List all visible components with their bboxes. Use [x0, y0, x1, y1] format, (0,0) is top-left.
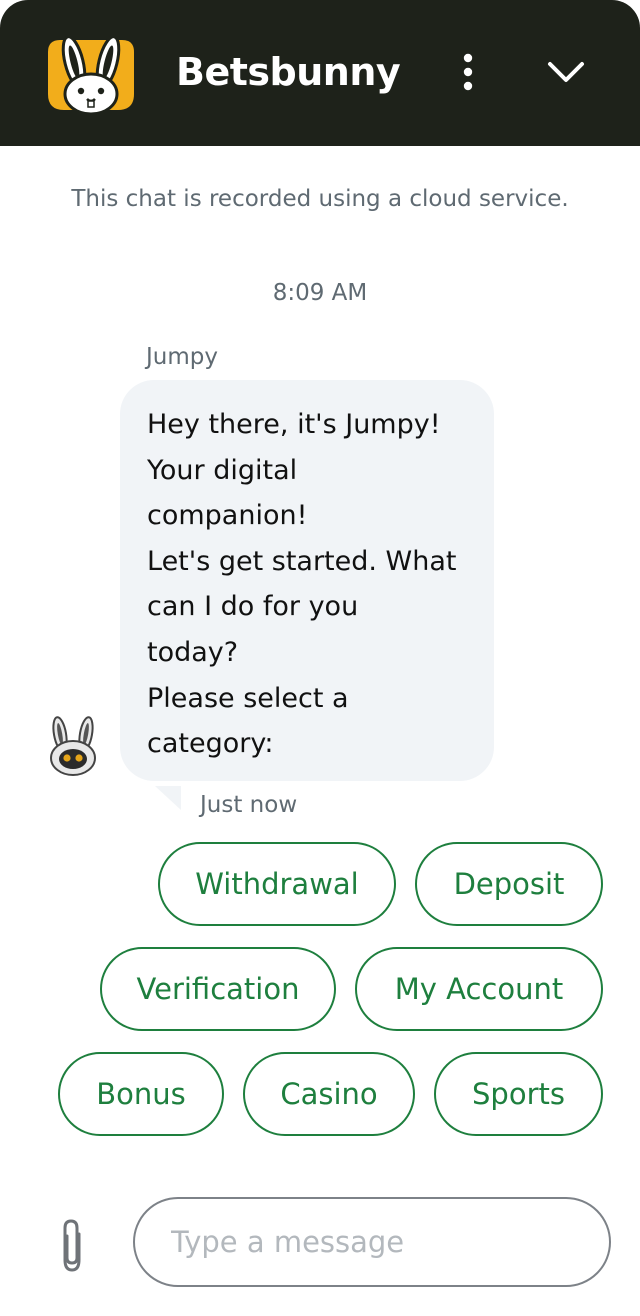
- quick-reply-bonus[interactable]: Bonus: [58, 1052, 224, 1136]
- conversation-timestamp: 8:09 AM: [272, 280, 368, 306]
- options-menu-button[interactable]: [448, 50, 488, 94]
- message-line: can I do for you: [147, 591, 359, 623]
- quick-reply-my-account[interactable]: My Account: [355, 947, 603, 1031]
- quick-reply-sports[interactable]: Sports: [434, 1052, 603, 1136]
- brand-name: Betsbunny: [176, 50, 401, 94]
- bot-message-bubble: Hey there, it's Jumpy! Your digital comp…: [120, 380, 494, 781]
- message-line: category:: [147, 728, 274, 760]
- paperclip-icon: [63, 1219, 81, 1272]
- message-line: Please select a: [147, 682, 349, 714]
- message-line: companion!: [147, 500, 308, 532]
- message-line: Let's get started. What: [147, 545, 457, 577]
- quick-reply-deposit[interactable]: Deposit: [415, 842, 603, 926]
- message-input[interactable]: [133, 1197, 611, 1287]
- message-line: today?: [147, 636, 239, 668]
- bot-avatar-icon: [50, 716, 96, 776]
- collapse-chat-button[interactable]: [540, 48, 592, 96]
- recording-notice: This chat is recorded using a cloud serv…: [71, 186, 569, 212]
- betsbunny-logo-icon: [48, 35, 134, 116]
- quick-reply-verification[interactable]: Verification: [100, 947, 336, 1031]
- message-line: Your digital: [147, 454, 298, 486]
- chat-widget: Betsbunny This chat is recorded using a …: [0, 0, 640, 1316]
- quick-reply-casino[interactable]: Casino: [243, 1052, 415, 1136]
- message-composer: [0, 1180, 640, 1316]
- quick-reply-withdrawal[interactable]: Withdrawal: [158, 842, 396, 926]
- bubble-tail: [155, 786, 181, 810]
- message-line: Hey there, it's Jumpy!: [147, 409, 441, 440]
- chat-header: Betsbunny: [0, 0, 640, 146]
- more-vertical-icon: [463, 53, 473, 91]
- attach-file-button[interactable]: [52, 1214, 92, 1278]
- chevron-down-icon: [548, 62, 584, 82]
- message-time: Just now: [200, 792, 298, 818]
- message-sender: Jumpy: [146, 344, 218, 370]
